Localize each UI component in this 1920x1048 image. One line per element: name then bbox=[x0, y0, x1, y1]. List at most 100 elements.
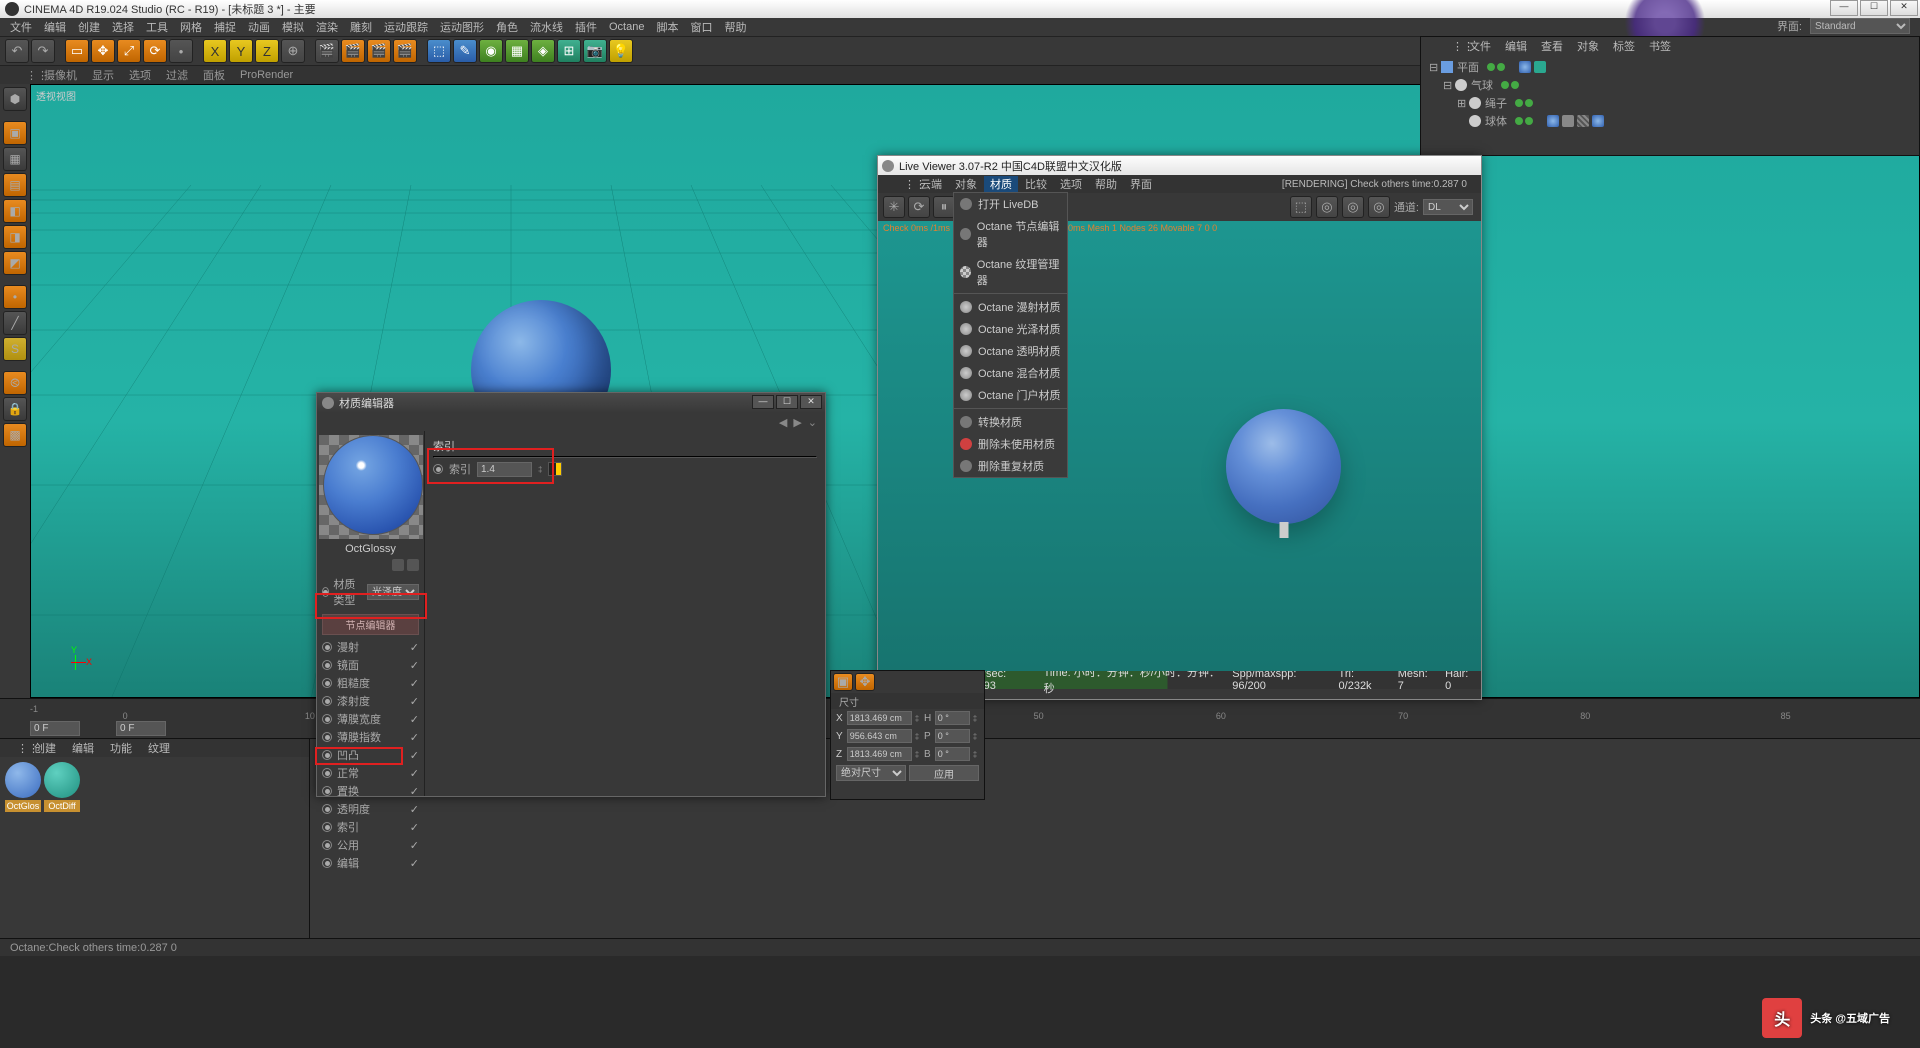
render-picture-icon[interactable]: 🎬 bbox=[341, 39, 365, 63]
material-editor-titlebar[interactable]: 材质编辑器 — ☐ ✕ bbox=[317, 393, 825, 413]
snap-icon[interactable]: 🔒 bbox=[3, 397, 27, 421]
vp-panel[interactable]: 面板 bbox=[197, 67, 231, 83]
object-row[interactable]: ⊟ 平面 bbox=[1429, 58, 1911, 76]
lv-interface[interactable]: 界面 bbox=[1124, 176, 1158, 192]
menu-mesh[interactable]: 网格 bbox=[175, 19, 207, 35]
select-live-icon[interactable]: ▭ bbox=[65, 39, 89, 63]
points-mode-icon[interactable]: • bbox=[3, 285, 27, 309]
lv-help[interactable]: 帮助 bbox=[1089, 176, 1123, 192]
dd-diffuse-mat[interactable]: Octane 漫射材质 bbox=[954, 296, 1067, 318]
menu-mograph[interactable]: 运动图形 bbox=[435, 19, 489, 35]
lv-channel-select[interactable]: DL bbox=[1423, 199, 1473, 215]
material-item[interactable]: OctGlos bbox=[5, 762, 41, 810]
live-viewer-titlebar[interactable]: Live Viewer 3.07-R2 中国C4D联盟中文汉化版 bbox=[878, 156, 1481, 175]
light-icon[interactable]: 💡 bbox=[609, 39, 633, 63]
vp-prorender[interactable]: ProRender bbox=[234, 69, 299, 81]
menu-character[interactable]: 角色 bbox=[491, 19, 523, 35]
layout-select[interactable]: Standard bbox=[1810, 18, 1910, 34]
nav-left-icon[interactable] bbox=[392, 559, 404, 571]
dd-del-dup[interactable]: 删除重复材质 bbox=[954, 455, 1067, 477]
coord-y-input[interactable] bbox=[847, 729, 912, 743]
obj-objects[interactable]: 对象 bbox=[1571, 38, 1605, 54]
render-view-icon[interactable]: 🎬 bbox=[315, 39, 339, 63]
lv-cloud[interactable]: 云端 bbox=[914, 176, 948, 192]
model-mode-icon[interactable]: ▣ bbox=[3, 121, 27, 145]
array-icon[interactable]: ▦ bbox=[505, 39, 529, 63]
material-preview[interactable] bbox=[323, 435, 423, 535]
lv-refresh-icon[interactable]: ⟳ bbox=[908, 196, 930, 218]
obj-file[interactable]: 文件 bbox=[1463, 38, 1497, 54]
coord-b-input[interactable] bbox=[935, 747, 970, 761]
cube-primitive-icon[interactable]: ⬚ bbox=[427, 39, 451, 63]
lv-material[interactable]: 材质 bbox=[984, 176, 1018, 192]
channel-diffuse[interactable]: 漫射✓ bbox=[317, 638, 424, 656]
channel-roughness[interactable]: 粗糙度✓ bbox=[317, 674, 424, 692]
mat-function[interactable]: 功能 bbox=[103, 740, 139, 756]
menu-simulate[interactable]: 模拟 bbox=[277, 19, 309, 35]
cp-tool2-icon[interactable]: ✥ bbox=[855, 673, 875, 691]
channel-bump[interactable]: 凹凸✓ bbox=[317, 746, 424, 764]
radio-icon[interactable] bbox=[322, 587, 329, 597]
dd-texture-manager[interactable]: Octane 纹理管理器 bbox=[954, 253, 1067, 291]
coord-system-icon[interactable]: ⊕ bbox=[281, 39, 305, 63]
frame-current-input[interactable] bbox=[116, 721, 166, 736]
lv-options[interactable]: 选项 bbox=[1054, 176, 1088, 192]
menu-sculpt[interactable]: 雕刻 bbox=[345, 19, 377, 35]
dd-mix-mat[interactable]: Octane 混合材质 bbox=[954, 362, 1067, 384]
mat-texture[interactable]: 纹理 bbox=[141, 740, 177, 756]
material-item[interactable]: OctDiff bbox=[44, 762, 80, 810]
rotate-icon[interactable]: ⟳ bbox=[143, 39, 167, 63]
move-icon[interactable]: ✥ bbox=[91, 39, 115, 63]
menu-render[interactable]: 渲染 bbox=[311, 19, 343, 35]
window-maximize[interactable]: ☐ bbox=[1860, 0, 1888, 16]
axis-mode-icon[interactable]: ◩ bbox=[3, 251, 27, 275]
cube-mode-icon[interactable]: ◧ bbox=[3, 199, 27, 223]
dd-portal-mat[interactable]: Octane 门户材质 bbox=[954, 384, 1067, 406]
menu-pipeline[interactable]: 流水线 bbox=[525, 19, 568, 35]
vp-options[interactable]: 选项 bbox=[123, 67, 157, 83]
dd-convert-mat[interactable]: 转换材质 bbox=[954, 411, 1067, 433]
mat-edit[interactable]: 编辑 bbox=[65, 740, 101, 756]
menu-tools[interactable]: 工具 bbox=[141, 19, 173, 35]
dd-node-editor[interactable]: Octane 节点编辑器 bbox=[954, 215, 1067, 253]
coord-h-input[interactable] bbox=[935, 711, 970, 725]
dd-open-livedb[interactable]: 打开 LiveDB bbox=[954, 193, 1067, 215]
coord-z-input[interactable] bbox=[847, 747, 912, 761]
material-type-select[interactable]: 光泽度 bbox=[367, 584, 419, 600]
channel-specular[interactable]: 镜面✓ bbox=[317, 656, 424, 674]
channel-opacity[interactable]: 透明度✓ bbox=[317, 800, 424, 818]
render-settings-icon[interactable]: 🎬 bbox=[367, 39, 391, 63]
workplane-icon[interactable]: ▤ bbox=[3, 173, 27, 197]
channel-film-width[interactable]: 薄膜宽度✓ bbox=[317, 710, 424, 728]
nurbs-icon[interactable]: ◉ bbox=[479, 39, 503, 63]
dd-del-unused[interactable]: 删除未使用材质 bbox=[954, 433, 1067, 455]
nav-next-icon[interactable]: ▶ bbox=[793, 416, 801, 429]
nav-menu-icon[interactable]: ⌄ bbox=[808, 416, 817, 429]
coord-p-input[interactable] bbox=[935, 729, 970, 743]
dialog-close[interactable]: ✕ bbox=[800, 395, 822, 409]
render-region-icon[interactable]: 🎬 bbox=[393, 39, 417, 63]
vp-filter[interactable]: 过滤 bbox=[160, 67, 194, 83]
enable-axis-icon[interactable]: ⧀ bbox=[3, 371, 27, 395]
nav-prev-icon[interactable]: ◀ bbox=[779, 416, 787, 429]
scale-icon[interactable]: ⤢ bbox=[117, 39, 141, 63]
coord-mode-select[interactable]: 绝对尺寸 bbox=[836, 765, 906, 781]
environment-icon[interactable]: ⊞ bbox=[557, 39, 581, 63]
lv-pause-icon[interactable]: ⏸ bbox=[933, 196, 955, 218]
frame-start-input[interactable] bbox=[30, 721, 80, 736]
undo-icon[interactable]: ↶ bbox=[5, 39, 29, 63]
axis-z-icon[interactable]: Z bbox=[255, 39, 279, 63]
menu-select[interactable]: 选择 bbox=[107, 19, 139, 35]
channel-common[interactable]: 公用✓ bbox=[317, 836, 424, 854]
channel-film-index[interactable]: 薄膜指数✓ bbox=[317, 728, 424, 746]
lv-compare[interactable]: 比较 bbox=[1019, 176, 1053, 192]
deformer-icon[interactable]: ◈ bbox=[531, 39, 555, 63]
mat-create[interactable]: 创建 bbox=[27, 740, 63, 756]
vp-display[interactable]: 显示 bbox=[86, 67, 120, 83]
channel-sheen[interactable]: 漆射度✓ bbox=[317, 692, 424, 710]
lv-render-icon[interactable]: ✳ bbox=[883, 196, 905, 218]
obj-bookmarks[interactable]: 书签 bbox=[1643, 38, 1677, 54]
axis-y-icon[interactable]: Y bbox=[229, 39, 253, 63]
window-minimize[interactable]: — bbox=[1830, 0, 1858, 16]
menu-file[interactable]: 文件 bbox=[5, 19, 37, 35]
